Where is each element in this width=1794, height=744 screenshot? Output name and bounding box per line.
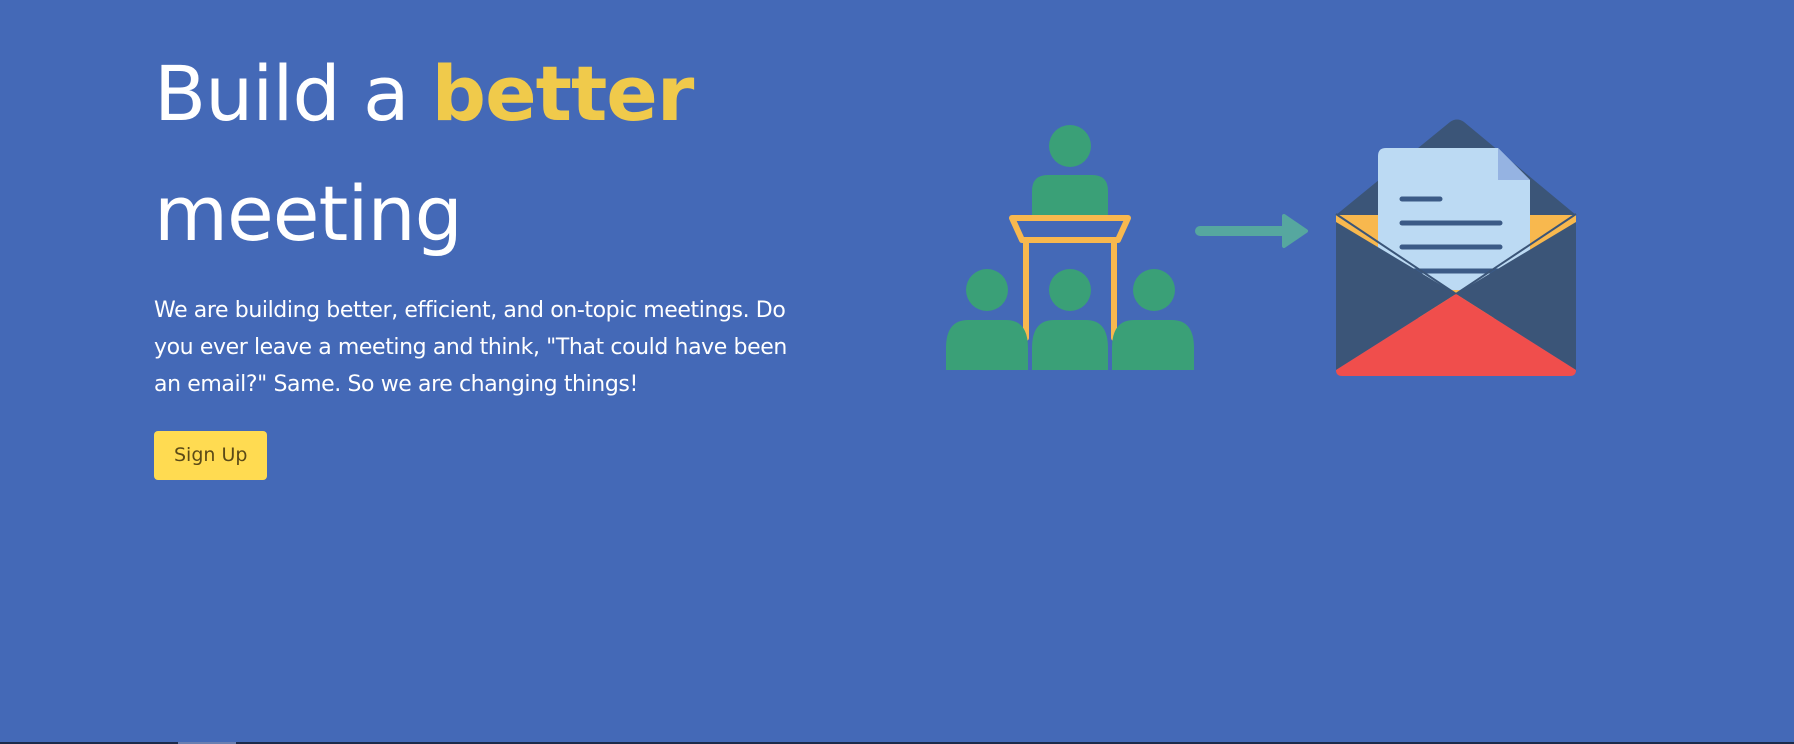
hero-section: Build a better meeting We are building be…: [0, 0, 1794, 742]
signup-button[interactable]: Sign Up: [154, 431, 268, 480]
hero-description: We are building better, efficient, and o…: [154, 298, 787, 397]
meeting-to-email-illustration: [946, 119, 1577, 376]
audience-icon: [946, 269, 1194, 370]
page-title: Build a better meeting: [154, 34, 794, 274]
title-text-end: meeting: [154, 169, 463, 258]
hero-content: Build a better meeting We are building be…: [154, 34, 794, 480]
title-accent-word: better: [431, 49, 695, 138]
title-text-start: Build a: [154, 49, 432, 138]
open-envelope-letter-icon: [1335, 119, 1577, 376]
arrow-right-icon: [1195, 214, 1308, 248]
